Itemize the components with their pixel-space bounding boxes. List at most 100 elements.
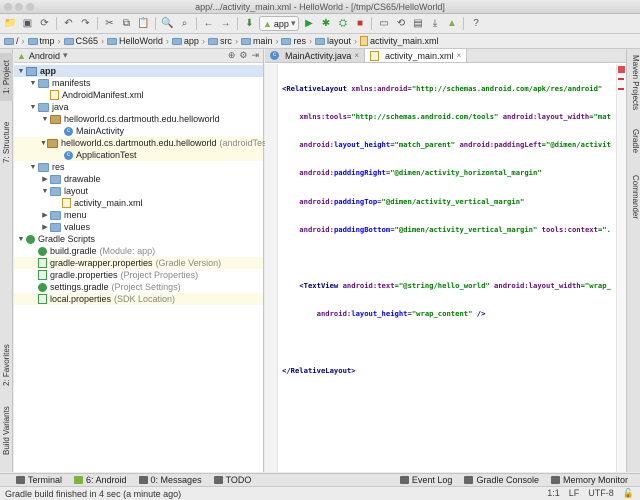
find-icon[interactable]: 🔍 (160, 16, 175, 31)
tool-tab-structure[interactable]: 7: Structure (0, 111, 13, 173)
breadcrumb-root[interactable]: / (3, 36, 20, 46)
zoom-window-button[interactable] (26, 3, 34, 11)
tree-item-package-test[interactable]: ▼ helloworld.cs.dartmouth.edu.helloworld(… (14, 137, 272, 149)
tree-item-settings-gradle[interactable]: settings.gradle (Project Settings) (14, 281, 263, 293)
expanded-arrow-icon[interactable]: ▼ (16, 68, 26, 75)
caret-position[interactable]: 1:1 (547, 488, 560, 499)
lock-icon[interactable]: 🔓 (623, 488, 634, 499)
tool-tab-build-variants[interactable]: Build Variants (0, 401, 13, 461)
tab-activity-main[interactable]: activity_main.xml × (365, 49, 468, 62)
copy-icon[interactable]: ⧉ (119, 16, 134, 31)
tree-item-drawable[interactable]: ▶ drawable (14, 173, 263, 185)
run-configuration-select[interactable]: ▲ app ▾ (259, 16, 300, 31)
sync-icon[interactable]: ⟳ (37, 16, 52, 31)
tool-button-gradle-console[interactable]: Gradle Console (458, 475, 545, 485)
minimize-window-button[interactable] (15, 3, 23, 11)
tree-item-main-activity[interactable]: c MainActivity (14, 125, 263, 137)
breadcrumb-layout[interactable]: layout (314, 36, 352, 46)
tool-tab-maven[interactable]: Maven Projects (628, 55, 640, 117)
tree-item-gradle-wrapper[interactable]: gradle-wrapper.properties (Gradle Version… (14, 257, 263, 269)
tree-item-package-main[interactable]: ▼ helloworld.cs.dartmouth.edu.helloworld (14, 113, 263, 125)
tree-item-res[interactable]: ▼ res (14, 161, 263, 173)
android-device-icon[interactable]: ▲ (444, 16, 459, 31)
settings-icon[interactable]: ⚙ (239, 50, 247, 61)
line-separator[interactable]: LF (569, 488, 580, 499)
tool-button-android[interactable]: 6: Android (68, 475, 133, 485)
tree-item-application-test[interactable]: c ApplicationTest (14, 149, 263, 161)
tree-item-app[interactable]: ▼ app (14, 65, 263, 77)
tree-item-layout[interactable]: ▼ layout (14, 185, 263, 197)
expanded-arrow-icon[interactable]: ▼ (16, 236, 26, 243)
error-indicator-icon[interactable] (618, 66, 625, 73)
breadcrumb-helloworld[interactable]: HelloWorld (106, 36, 164, 46)
expanded-arrow-icon[interactable]: ▼ (28, 80, 38, 87)
status-message[interactable]: Gradle build finished in 4 sec (a minute… (5, 489, 181, 499)
tool-tab-project[interactable]: 1: Project (0, 53, 13, 101)
collapsed-arrow-icon[interactable]: ▶ (40, 223, 50, 231)
tool-button-todo[interactable]: TODO (208, 475, 258, 485)
error-marker[interactable] (618, 88, 624, 90)
avd-manager-icon[interactable]: ▭ (376, 16, 391, 31)
breadcrumb-main[interactable]: main (240, 36, 274, 46)
tree-item-menu[interactable]: ▶ menu (14, 209, 263, 221)
close-window-button[interactable] (4, 3, 12, 11)
run-icon[interactable]: ▶ (301, 16, 316, 31)
sync-gradle-icon[interactable]: ⟲ (393, 16, 408, 31)
close-icon[interactable]: × (457, 51, 462, 60)
redo-icon[interactable]: ↷ (78, 16, 93, 31)
expanded-arrow-icon[interactable]: ▼ (40, 188, 50, 195)
expanded-arrow-icon[interactable]: ▼ (28, 104, 38, 111)
expanded-arrow-icon[interactable]: ▼ (40, 116, 50, 123)
breadcrumb-tmp[interactable]: tmp (27, 36, 56, 46)
tool-button-terminal[interactable]: Terminal (0, 475, 68, 485)
breadcrumb-cs65[interactable]: CS65 (63, 36, 100, 46)
error-marker[interactable] (618, 78, 624, 80)
paste-icon[interactable]: 📋 (136, 16, 151, 31)
cut-icon[interactable]: ✂ (102, 16, 117, 31)
error-stripe[interactable] (616, 64, 626, 472)
tree-item-activity-main[interactable]: activity_main.xml (14, 197, 263, 209)
breadcrumb-res[interactable]: res (280, 36, 307, 46)
hide-panel-icon[interactable]: ⇥ (251, 50, 259, 61)
stop-icon[interactable]: ■ (352, 16, 367, 31)
project-view-selector[interactable]: Android (29, 51, 60, 61)
tree-item-java[interactable]: ▼ java (14, 101, 263, 113)
scroll-from-source-icon[interactable]: ⊕ (228, 50, 236, 61)
undo-icon[interactable]: ↶ (61, 16, 76, 31)
tree-item-values[interactable]: ▶ values (14, 221, 263, 233)
sdk-manager-icon[interactable]: ⤓ (427, 16, 442, 31)
tool-tab-favorites[interactable]: 2: Favorites (0, 339, 13, 391)
expanded-arrow-icon[interactable]: ▼ (40, 140, 47, 147)
tree-item-android-manifest[interactable]: AndroidManifest.xml (14, 89, 263, 101)
back-icon[interactable]: ← (201, 16, 216, 31)
tree-item-local-properties[interactable]: local.properties (SDK Location) (14, 293, 263, 305)
tool-button-messages[interactable]: 0: Messages (133, 475, 208, 485)
tree-item-manifests[interactable]: ▼ manifests (14, 77, 263, 89)
chevron-down-icon[interactable]: ▾ (63, 50, 68, 61)
replace-icon[interactable]: ⌕ (177, 16, 192, 31)
expanded-arrow-icon[interactable]: ▼ (28, 164, 38, 171)
collapsed-arrow-icon[interactable]: ▶ (40, 175, 50, 183)
device-monitor-icon[interactable]: ▤ (410, 16, 425, 31)
code-editor[interactable]: <RelativeLayout xmlns:android="http://sc… (282, 65, 616, 394)
tool-button-event-log[interactable]: Event Log (394, 475, 459, 485)
tree-item-build-gradle[interactable]: build.gradle (Module: app) (14, 245, 263, 257)
open-icon[interactable]: 📁 (3, 16, 18, 31)
attach-debugger-icon[interactable]: ⛭ (335, 16, 350, 31)
tree-item-gradle-properties[interactable]: gradle.properties (Project Properties) (14, 269, 263, 281)
tab-main-activity[interactable]: c MainActivity.java × (265, 49, 366, 62)
tool-button-memory-monitor[interactable]: Memory Monitor (545, 475, 640, 485)
editor-gutter[interactable] (265, 64, 278, 472)
make-project-icon[interactable]: ⬇ (242, 16, 257, 31)
file-encoding[interactable]: UTF-8 (588, 488, 614, 499)
forward-icon[interactable]: → (218, 16, 233, 31)
tool-tab-commander[interactable]: Commander (628, 175, 640, 229)
tool-tab-gradle[interactable]: Gradle (628, 129, 640, 165)
collapsed-arrow-icon[interactable]: ▶ (40, 211, 50, 219)
save-all-icon[interactable]: ▣ (20, 16, 35, 31)
debug-icon[interactable]: ✱ (318, 16, 333, 31)
breadcrumb-activity-main[interactable]: activity_main.xml (359, 36, 440, 46)
breadcrumb-app[interactable]: app (171, 36, 200, 46)
help-icon[interactable]: ? (468, 16, 483, 31)
tree-item-gradle-scripts[interactable]: ▼ Gradle Scripts (14, 233, 263, 245)
